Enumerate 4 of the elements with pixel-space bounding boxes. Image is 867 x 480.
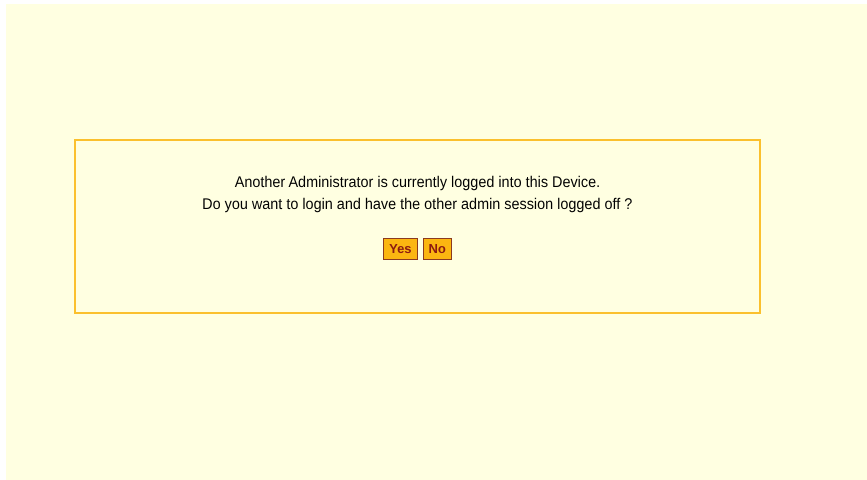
cancel-button[interactable]: No (422, 238, 452, 260)
message-text: Another Administrator is currently logged into this Device. (234, 173, 600, 193)
message-text: Do you want to login and have the other admin session logged off ? (202, 195, 633, 215)
confirm-button[interactable]: Yes (383, 238, 418, 260)
